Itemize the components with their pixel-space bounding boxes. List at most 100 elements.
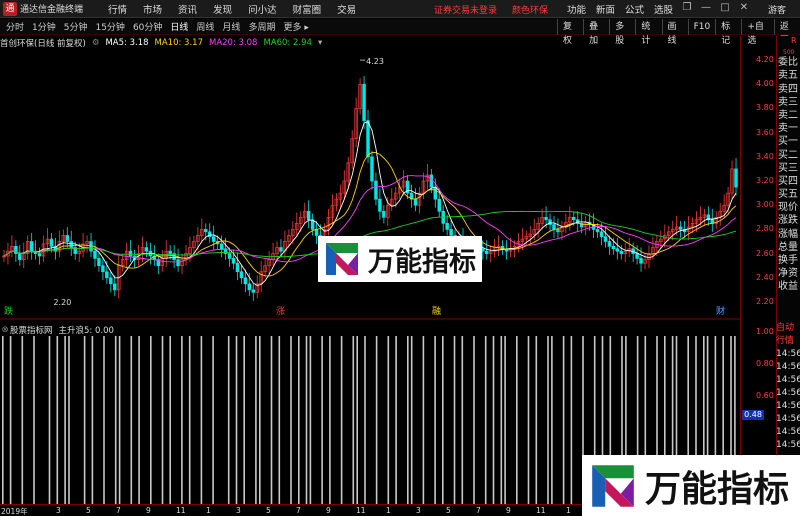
menu-trade[interactable]: 交易: [329, 2, 364, 16]
tab-1min[interactable]: 1分钟: [28, 20, 60, 33]
candle-body[interactable]: [176, 259, 180, 267]
candle-body[interactable]: [433, 186, 438, 200]
tab-weekly[interactable]: 周线: [192, 20, 218, 33]
side-item[interactable]: 涨跌: [777, 214, 800, 227]
side-item[interactable]: 买二: [777, 149, 800, 162]
candle-body[interactable]: [105, 271, 109, 279]
mark-button[interactable]: 标记: [715, 19, 741, 46]
back-button[interactable]: 返回: [773, 19, 800, 46]
menu-market[interactable]: 市场: [135, 2, 170, 16]
candle-body[interactable]: [235, 262, 240, 273]
candle-body[interactable]: [615, 248, 620, 252]
candle-body[interactable]: [544, 216, 548, 221]
tab-daily[interactable]: 日线: [166, 20, 192, 33]
candle-body[interactable]: [227, 253, 232, 259]
f10-button[interactable]: F10: [687, 19, 716, 35]
candle-body[interactable]: [619, 250, 624, 254]
candle-body[interactable]: [101, 265, 105, 273]
side-item[interactable]: 买四: [777, 175, 800, 188]
side-item[interactable]: 买三: [777, 162, 800, 175]
candle-body[interactable]: [97, 258, 101, 267]
candle-body[interactable]: [484, 250, 489, 254]
marker-cai[interactable]: 财: [716, 305, 725, 317]
settings-icon[interactable]: ⚙: [92, 38, 100, 48]
menu-assistant[interactable]: 问小达: [240, 2, 285, 16]
candle-body[interactable]: [113, 283, 117, 291]
statistics-button[interactable]: 统计: [635, 19, 661, 46]
candle-body[interactable]: [635, 253, 639, 259]
side-item[interactable]: 卖三: [777, 96, 800, 109]
menu-quotes[interactable]: 行情: [100, 2, 135, 16]
side-item[interactable]: 卖四: [777, 83, 800, 96]
candle-body[interactable]: [279, 247, 283, 252]
candle-body[interactable]: [49, 238, 54, 247]
feed-title-1[interactable]: 自动: [776, 322, 800, 335]
side-item[interactable]: 涨幅: [777, 228, 800, 241]
side-item[interactable]: 总量: [777, 241, 800, 254]
menu-wealth[interactable]: 财富圈: [285, 2, 330, 16]
candle-body[interactable]: [37, 253, 42, 257]
tab-60min[interactable]: 60分钟: [129, 20, 166, 33]
side-item[interactable]: 委比: [777, 56, 800, 69]
menu-formula[interactable]: 公式: [620, 2, 649, 16]
side-item[interactable]: 现价: [777, 201, 800, 214]
marker-sub[interactable]: 融: [432, 306, 441, 317]
menu-news[interactable]: 资讯: [170, 2, 205, 16]
candle-body[interactable]: [611, 245, 616, 250]
candle-body[interactable]: [449, 229, 453, 236]
maximize-icon[interactable]: □: [720, 2, 730, 13]
side-item[interactable]: 卖二: [777, 109, 800, 122]
add-watchlist-button[interactable]: +自选: [741, 19, 773, 46]
feed-title-2[interactable]: 行情: [776, 335, 800, 348]
side-item[interactable]: 换手: [777, 254, 800, 267]
candle-body[interactable]: [231, 258, 236, 264]
user-label[interactable]: 游客: [768, 3, 786, 16]
tab-more[interactable]: 更多 ▸: [279, 20, 312, 33]
tab-15min[interactable]: 15分钟: [91, 20, 128, 33]
side-item[interactable]: 卖一: [777, 122, 800, 135]
candle-body[interactable]: [306, 210, 311, 221]
candle-body[interactable]: [18, 253, 22, 260]
candle-body[interactable]: [734, 168, 738, 188]
candle-body[interactable]: [314, 229, 319, 236]
candle-body[interactable]: [552, 224, 556, 230]
draw-line-button[interactable]: 画线: [661, 19, 688, 46]
menu-function[interactable]: 功能: [562, 2, 591, 16]
candle-body[interactable]: [243, 277, 248, 285]
candle-body[interactable]: [370, 156, 374, 182]
marker-rise[interactable]: 涨: [276, 306, 285, 317]
restore-icon[interactable]: ❐: [682, 2, 692, 13]
candle-body[interactable]: [168, 250, 172, 254]
menu-news-page[interactable]: 新面: [591, 2, 620, 16]
candle-body[interactable]: [595, 229, 600, 233]
candle-body[interactable]: [128, 250, 133, 257]
candle-body[interactable]: [603, 236, 608, 242]
candle-body[interactable]: [219, 243, 224, 250]
candle-body[interactable]: [382, 210, 386, 218]
overlay-button[interactable]: 叠加: [583, 19, 609, 46]
marker-fall[interactable]: 跌: [4, 306, 13, 317]
tab-5min[interactable]: 5分钟: [60, 20, 92, 33]
trade-login-notice[interactable]: 证券交易未登录: [434, 3, 497, 16]
color-theme-notice[interactable]: 颜色环保: [512, 3, 548, 16]
close-icon[interactable]: ✕: [739, 2, 749, 13]
side-item[interactable]: 卖五: [777, 69, 800, 82]
candle-body[interactable]: [362, 83, 366, 121]
candle-body[interactable]: [378, 198, 382, 212]
side-item[interactable]: 净资: [777, 267, 800, 280]
candle-body[interactable]: [29, 241, 34, 252]
candle-body[interactable]: [144, 247, 149, 252]
candle-body[interactable]: [374, 180, 378, 200]
candle-body[interactable]: [239, 271, 244, 279]
candle-body[interactable]: [429, 174, 434, 188]
candle-body[interactable]: [556, 229, 560, 233]
candle-body[interactable]: [607, 241, 612, 247]
candle-body[interactable]: [437, 198, 441, 212]
candle-body[interactable]: [678, 226, 683, 230]
candle-body[interactable]: [247, 283, 252, 291]
candle-body[interactable]: [599, 231, 604, 238]
candle-body[interactable]: [445, 222, 449, 230]
candle-body[interactable]: [251, 289, 256, 293]
candle-body[interactable]: [413, 198, 418, 206]
side-item[interactable]: 买五: [777, 188, 800, 201]
